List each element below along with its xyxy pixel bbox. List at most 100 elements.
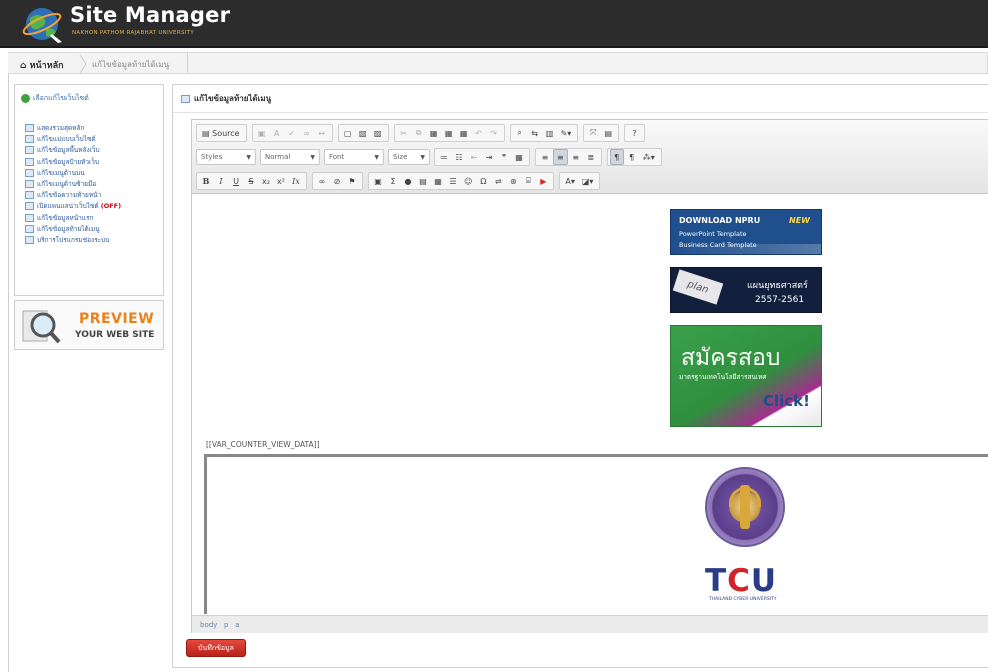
italic-icon[interactable]: I [214,173,228,189]
breadcrumb-home[interactable]: ⌂ หน้าหลัก [20,58,64,72]
counter-placeholder: [[VAR_COUNTER_VIEW_DATA]] [206,440,320,449]
path-a[interactable]: a [235,621,239,629]
justify-icon[interactable]: ≣ [584,149,598,165]
sidebar-item[interactable]: แก้ไขเมนูด้านบน [25,168,121,179]
subscript-icon[interactable]: x₂ [259,173,273,189]
image-icon[interactable]: ▣ [371,173,385,189]
embedded-frame: TCU THAILAND CYBER UNIVERSITY [204,454,988,614]
align-right-icon[interactable]: ≡ [569,149,583,165]
paste-icon[interactable]: ▦ [427,125,441,141]
align-center-icon[interactable]: ≡ [553,149,568,165]
sigma-icon[interactable]: Σ [386,173,400,189]
language-icon[interactable]: ⁂▾ [640,149,658,165]
horizontal-rule-icon[interactable]: ☰ [446,173,460,189]
spellcheck-dropdown-icon[interactable]: ✎▾ [558,125,575,141]
indent-icon[interactable]: ⇥ [482,149,496,165]
sidebar-item-label: แก้ไขข้อมูลหน้าแรก [37,213,94,222]
youtube-icon[interactable]: ▶ [536,173,550,189]
exam-apply-banner[interactable]: สมัครสอบ มาตรฐานเทคโนโลยีสารสนเทศ Click! [670,325,822,427]
superscript-icon[interactable]: x² [274,173,288,189]
bold-icon[interactable]: B [199,173,213,189]
unlink-icon[interactable]: ⊘ [330,173,344,189]
copy-icon[interactable]: ⧉ [412,125,426,141]
breadcrumb: ⌂ หน้าหลัก แก้ไขข้อมูลท้ายได้เมนู [8,52,988,74]
replace-icon[interactable]: ⇆ [528,125,542,141]
outdent-icon[interactable]: ⇤ [467,149,481,165]
ltr-icon[interactable]: ¶ [609,149,624,165]
link-icon[interactable]: ∞ [300,125,314,141]
align-left-icon[interactable]: ≡ [538,149,552,165]
bidi-group: ¶ ¶ ⁂▾ [606,148,662,166]
toolbar-row-1: ▤ Source ▣ A ✓ ∞ ↔ ▢ ▧ ▨ ✂ ⧉ ▦ ▦ ▦ ↶ ↷ ⌕… [196,123,650,143]
sidebar-item[interactable]: แก้ไขข้อมูลพื้นหลังเว็บ [25,145,121,156]
iframe-icon[interactable]: ▤ [416,173,430,189]
background-color-icon[interactable]: ◪▾ [579,173,597,189]
page-icon [25,135,34,144]
remove-format-icon[interactable]: Ix [289,173,303,189]
bulleted-list-icon[interactable]: ☷ [452,149,466,165]
tcu-logo[interactable]: TCU [705,563,777,599]
code-snippet-icon[interactable]: ⌸ [521,173,535,189]
size-dropdown[interactable]: Size ▼ [388,149,430,165]
save-doc-icon[interactable]: ▣ [255,125,269,141]
breadcrumb-current[interactable]: แก้ไขข้อมูลท้ายได้เมนู [92,58,169,71]
font-dropdown[interactable]: Font ▼ [324,149,384,165]
editor-content[interactable]: DOWNLOAD NPRU NEW PowerPoint Template Bu… [192,195,988,614]
rtl-icon[interactable]: ¶ [625,149,639,165]
path-p[interactable]: p [224,621,228,629]
clipboard-group: ✂ ⧉ ▦ ▦ ▦ ↶ ↷ [393,124,505,142]
sidebar-item[interactable]: แก้ไขแม่แบบเว็บไซต์ [25,134,121,145]
show-blocks-icon[interactable]: ▤ [601,125,615,141]
sidebar-item[interactable]: บริการโปรแกรมช่องระบบ [25,235,121,246]
npru-banner-title: DOWNLOAD NPRU [679,216,761,225]
save-button[interactable]: บันทึกข้อมูล [186,639,246,657]
blockquote-icon[interactable]: ❞ [497,149,511,165]
preview-website-button[interactable]: PREVIEW YOUR WEB SITE [14,300,164,350]
sidebar-item[interactable]: แก้ไขข้อความท้ายหน้า [25,190,121,201]
paste-word-icon[interactable]: ▦ [457,125,471,141]
source-button[interactable]: ▤ Source [199,125,243,141]
underline-icon[interactable]: U [229,173,243,189]
page-break-icon[interactable]: ⇌ [491,173,505,189]
globe-icon[interactable]: ⊛ [506,173,520,189]
sidebar-item[interactable]: แก้ไขเมนูด้านซ้ายมือ [25,179,121,190]
sidebar-item[interactable]: แก้ไขข้อมูลป้ายหัวเว็บ [25,157,121,168]
sidebar-item[interactable]: แก้ไขข้อมูลท้ายได้เมนู [25,224,121,235]
app-title: Site Manager [70,3,231,27]
insert-link-icon[interactable]: ∞ [315,173,329,189]
new-page-icon[interactable]: ▢ [341,125,355,141]
anchor-icon[interactable]: ↔ [315,125,329,141]
font-a-icon[interactable]: A [270,125,284,141]
cut-icon[interactable]: ✂ [397,125,411,141]
div-container-icon[interactable]: ▦ [512,149,526,165]
path-body[interactable]: body [200,621,217,629]
table-icon[interactable]: ▦ [431,173,445,189]
help-icon[interactable]: ? [627,125,641,141]
strikethrough-icon[interactable]: S [244,173,258,189]
preview-icon[interactable]: ▧ [356,125,370,141]
omega-icon[interactable]: Ω [476,173,490,189]
undo-icon[interactable]: ↶ [472,125,486,141]
sidebar-item[interactable]: แก้ไขข้อมูลหน้าแรก [25,213,121,224]
format-dropdown[interactable]: Normal ▼ [260,149,320,165]
smiley-icon[interactable]: ☺ [461,173,475,189]
flash-icon[interactable]: ● [401,173,415,189]
seal-figure [740,485,750,529]
find-icon[interactable]: ⌕ [513,125,527,141]
select-all-icon[interactable]: ▥ [543,125,557,141]
redo-icon[interactable]: ↷ [487,125,501,141]
numbered-list-icon[interactable]: ≔ [437,149,451,165]
paste-text-icon[interactable]: ▦ [442,125,456,141]
sidebar-item[interactable]: เปิดแพนแลน่าเว็บไซต์ (OFF) [25,201,121,212]
sidebar-item[interactable]: แสดงรวมสุดหลัก [25,123,121,134]
styles-dropdown[interactable]: Styles ▼ [196,149,256,165]
source-icon: ▤ [202,128,213,138]
strategic-plan-banner[interactable]: plan แผนยุทธศาสตร์ 2557-2561 [670,267,822,313]
sidebar-heading[interactable]: เลือกแก้ไขเว็บไซต์ [21,93,89,104]
spellcheck-icon[interactable]: ✓ [285,125,299,141]
download-npru-banner[interactable]: DOWNLOAD NPRU NEW PowerPoint Template Bu… [670,209,822,255]
print-icon[interactable]: ▨ [371,125,385,141]
maximize-icon[interactable]: ⤧ [586,125,600,141]
text-color-icon[interactable]: A▾ [562,173,578,189]
flag-anchor-icon[interactable]: ⚑ [345,173,359,189]
